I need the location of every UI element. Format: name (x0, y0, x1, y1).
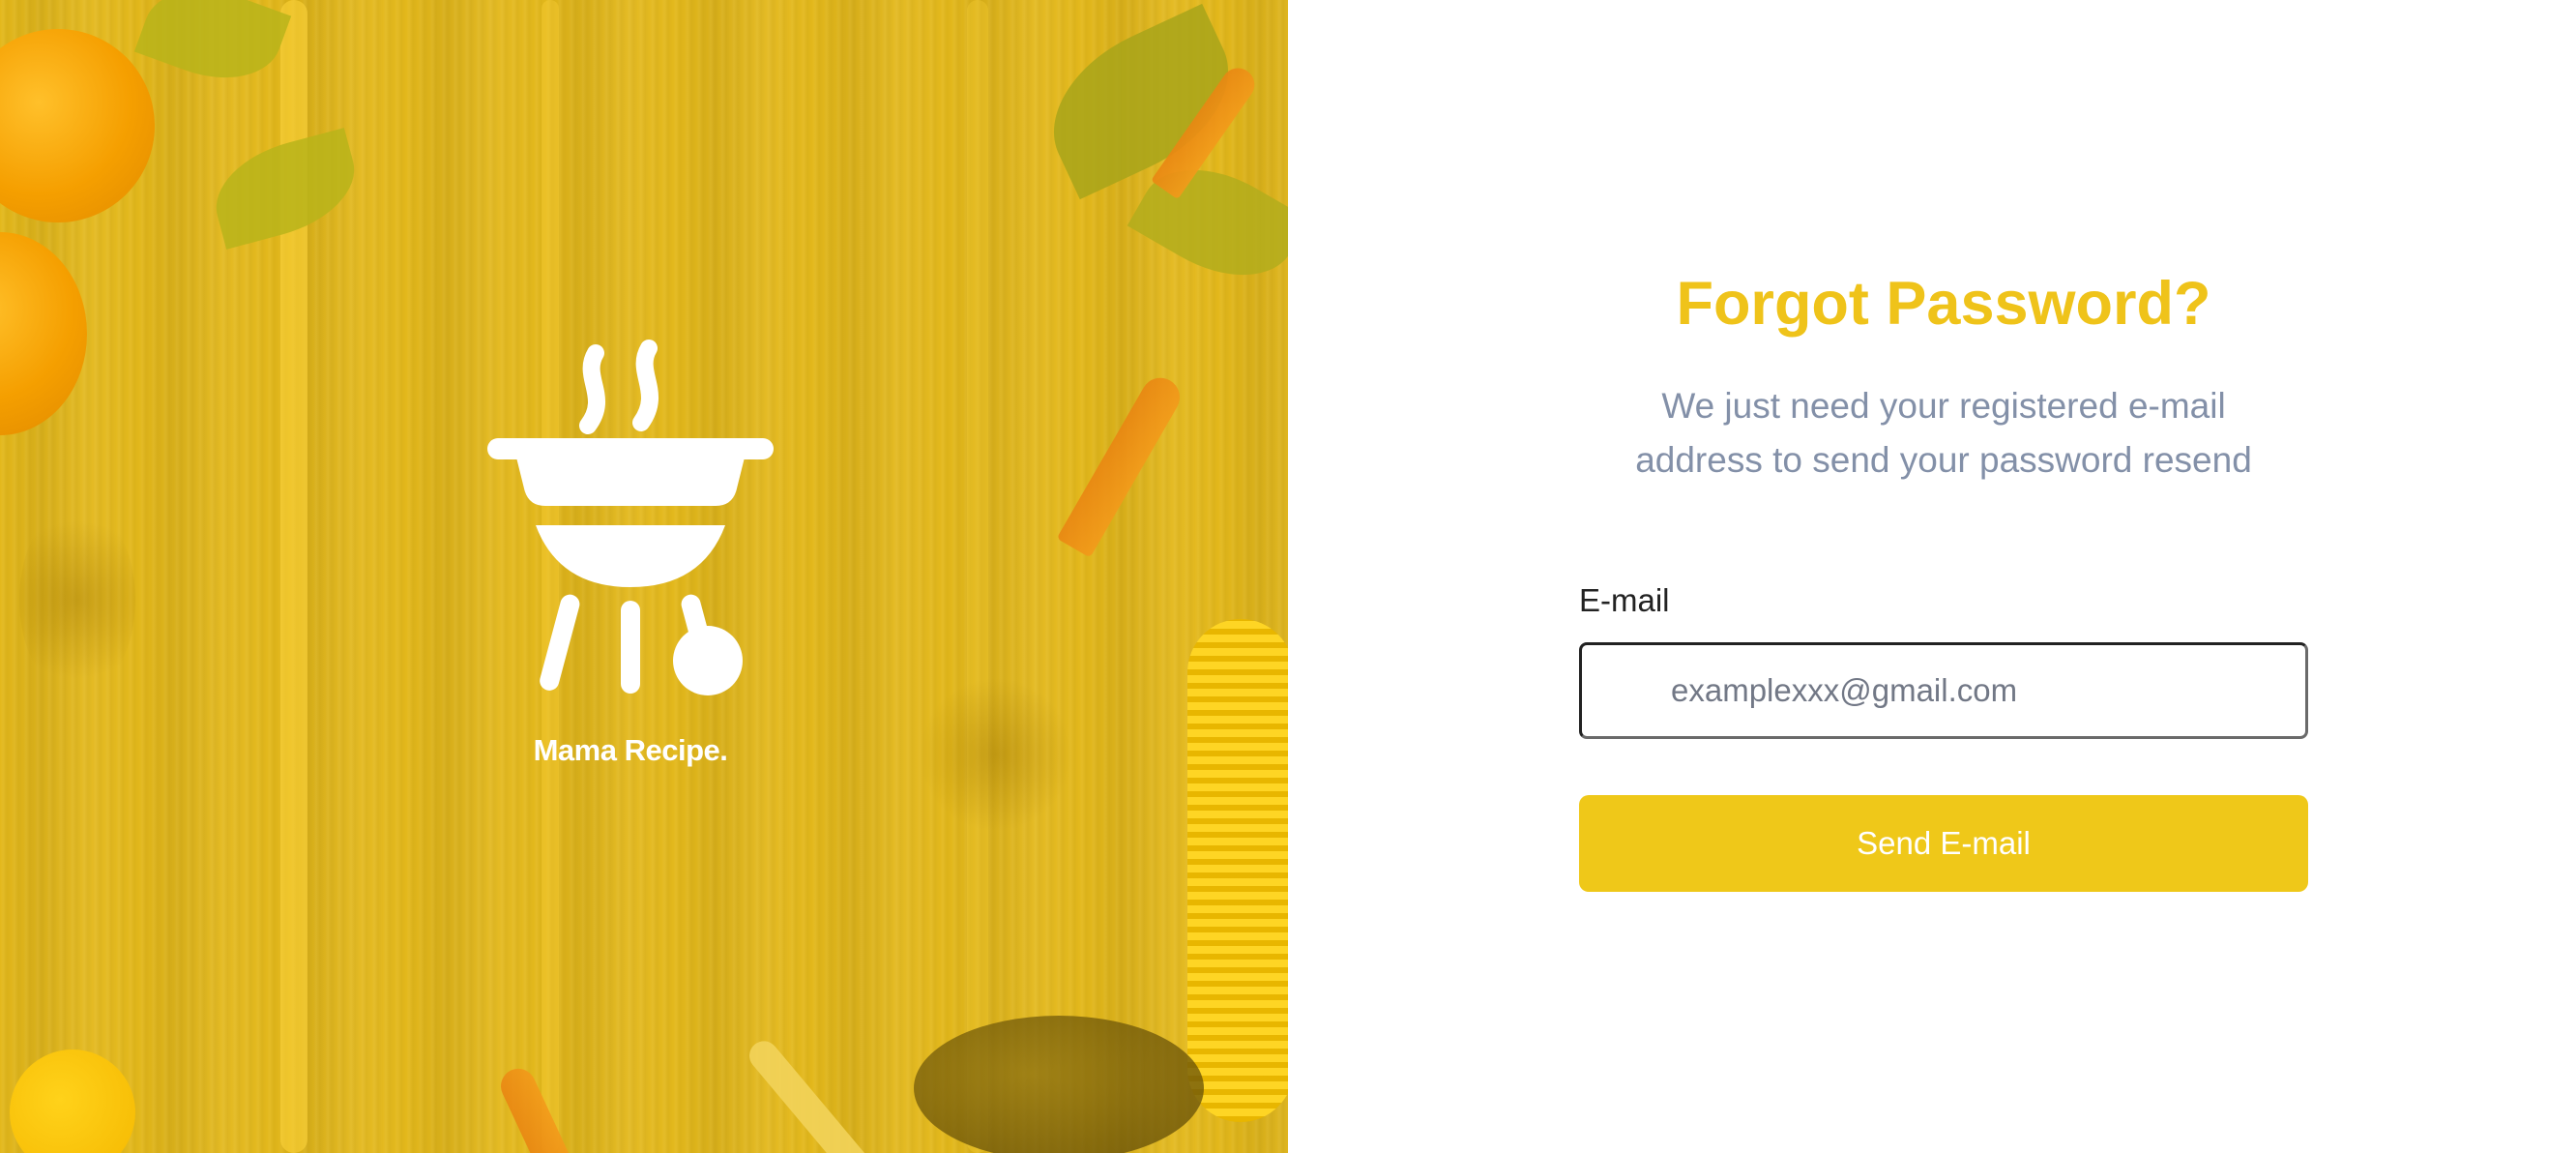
parsley-leaf (203, 128, 367, 250)
eggplant (914, 1016, 1204, 1153)
barbecue-grill-icon (487, 340, 774, 695)
page-subtitle: We just need your registered e-mail addr… (1518, 379, 2369, 488)
email-field[interactable] (1579, 642, 2308, 739)
wood-knot (19, 503, 135, 696)
corn (1187, 619, 1288, 1122)
brand-name: Mama Recipe. (533, 733, 728, 767)
hero-panel: Mama Recipe. (0, 0, 1288, 1153)
tomato (0, 29, 155, 222)
lemon (10, 1050, 135, 1153)
wood-knot (919, 677, 1073, 832)
spring-onion (743, 1035, 872, 1153)
subtitle-line: address to send your password resend (1635, 440, 2252, 480)
carrot (495, 1062, 584, 1153)
email-label: E-mail (1579, 582, 1670, 618)
subtitle-line: We just need your registered e-mail (1661, 386, 2226, 426)
page-title: Forgot Password? (1676, 270, 2211, 338)
parsley-leaf (133, 0, 292, 99)
wood-grain (967, 0, 988, 1153)
chili (1056, 370, 1187, 558)
tomato (0, 232, 87, 435)
send-email-button[interactable]: Send E-mail (1579, 795, 2308, 892)
forgot-password-page: Mama Recipe. Forgot Password? We just ne… (0, 0, 2576, 1153)
